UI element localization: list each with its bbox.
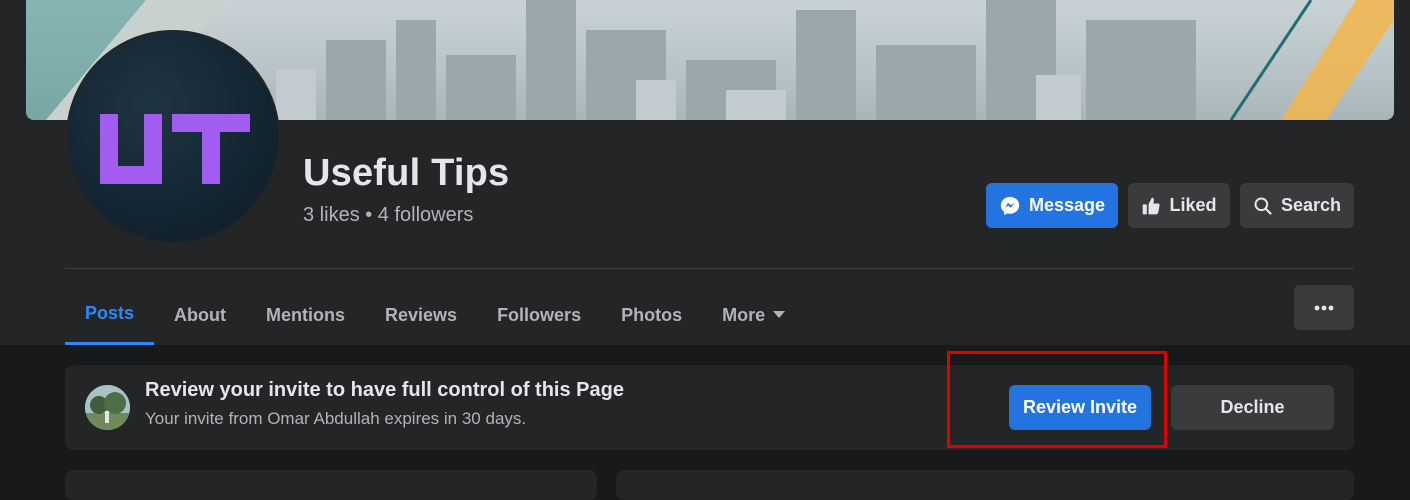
messenger-icon bbox=[1000, 196, 1020, 215]
ellipsis-icon bbox=[1314, 305, 1334, 310]
tab-photos-label: Photos bbox=[621, 304, 683, 325]
tab-reviews-label: Reviews bbox=[385, 304, 458, 325]
tab-photos[interactable]: Photos bbox=[601, 285, 702, 345]
tab-about[interactable]: About bbox=[154, 285, 246, 345]
tab-about-label: About bbox=[174, 304, 227, 325]
page-title: Useful Tips bbox=[303, 152, 510, 194]
page-stats[interactable]: 3 likes • 4 followers bbox=[303, 204, 473, 227]
inviter-avatar[interactable] bbox=[85, 385, 130, 430]
tab-more-label: More bbox=[722, 304, 766, 325]
invite-subtitle: Your invite from Omar Abdullah expires i… bbox=[145, 409, 527, 428]
tab-posts-label: Posts bbox=[85, 303, 135, 323]
tab-mentions[interactable]: Mentions bbox=[246, 285, 365, 345]
tab-posts[interactable]: Posts bbox=[65, 285, 155, 345]
review-invite-button[interactable]: Review Invite bbox=[1009, 385, 1151, 430]
profile-header: Useful Tips 3 likes • 4 followers Messag… bbox=[0, 0, 1410, 345]
tab-followers-label: Followers bbox=[497, 304, 582, 325]
search-icon bbox=[1254, 197, 1272, 215]
search-button-label: Search bbox=[1280, 195, 1342, 215]
intro-card bbox=[65, 470, 597, 500]
search-button[interactable]: Search bbox=[1240, 183, 1354, 228]
liked-button[interactable]: Liked bbox=[1128, 183, 1230, 228]
decline-button[interactable]: Decline bbox=[1171, 385, 1334, 430]
inviter-photo bbox=[85, 385, 130, 430]
review-invite-label: Review Invite bbox=[1022, 397, 1138, 417]
decline-label: Decline bbox=[1220, 397, 1285, 417]
message-button[interactable]: Message bbox=[986, 183, 1118, 228]
caret-down-icon bbox=[773, 311, 786, 318]
posts-card bbox=[616, 470, 1354, 500]
page-logo-icon bbox=[100, 114, 250, 184]
message-button-label: Message bbox=[1028, 195, 1106, 215]
page-tabs: Posts About Mentions Reviews Followers P… bbox=[65, 285, 805, 345]
invite-banner: Review your invite to have full control … bbox=[65, 365, 1354, 450]
tab-followers[interactable]: Followers bbox=[477, 285, 601, 345]
tab-more[interactable]: More bbox=[702, 285, 805, 345]
more-options-button[interactable] bbox=[1294, 285, 1354, 330]
header-divider bbox=[65, 268, 1354, 269]
thumbs-up-icon bbox=[1143, 197, 1161, 214]
invite-title: Review your invite to have full control … bbox=[145, 379, 624, 401]
tab-mentions-label: Mentions bbox=[266, 304, 346, 325]
tab-reviews[interactable]: Reviews bbox=[365, 285, 477, 345]
page-avatar[interactable] bbox=[66, 30, 280, 244]
liked-button-label: Liked bbox=[1169, 195, 1217, 215]
